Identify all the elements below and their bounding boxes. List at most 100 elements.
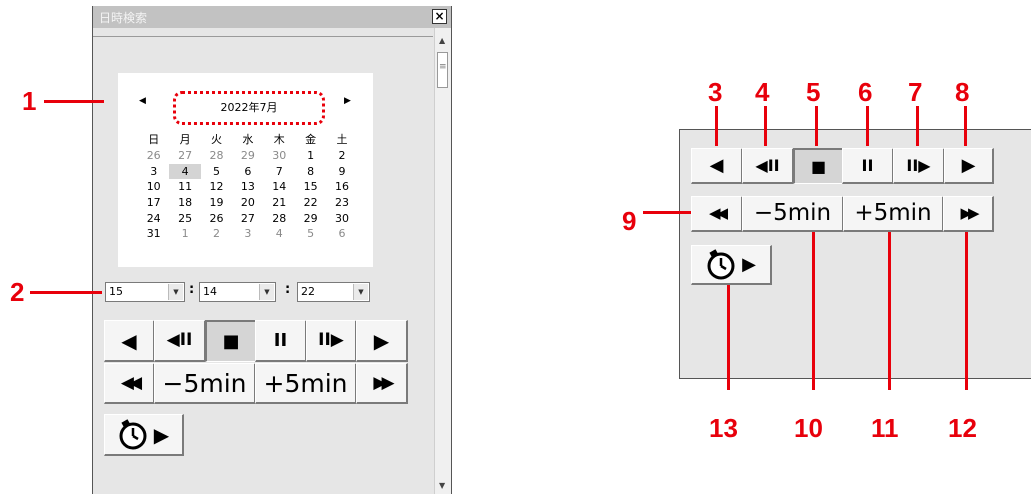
next-month-button[interactable]: ▶ [344,96,351,106]
stop-button[interactable]: ■ [793,148,843,184]
calendar-day[interactable]: 10 [138,179,169,195]
calendar-day[interactable]: 30 [326,211,357,227]
fast-rewind-button[interactable]: ◀◀ [104,363,155,404]
calendar-day[interactable]: 3 [138,164,169,180]
callout-13: 13 [709,413,738,443]
calendar-day[interactable]: 23 [326,195,357,211]
timer-play-icon: ▶ [742,253,756,275]
calendar-day[interactable]: 21 [264,195,295,211]
reverse-play-icon: ◀ [121,328,137,353]
calendar-day[interactable]: 17 [138,195,169,211]
reverse-play-icon: ◀ [709,154,724,176]
calendar-day[interactable]: 9 [326,164,357,180]
callout-2: 2 [10,277,25,307]
stop-icon: ■ [810,156,827,176]
scroll-up-icon[interactable]: ▲ [439,36,445,45]
calendar-day[interactable]: 5 [295,226,326,242]
weekday-label: 火 [210,133,222,146]
fast-forward-button[interactable]: ▶▶ [356,363,408,404]
chevron-down-icon[interactable]: ▼ [168,284,183,300]
minus-5min-button[interactable]: −5min [742,196,844,232]
calendar-day[interactable]: 28 [201,148,232,164]
calendar-day[interactable]: 28 [264,211,295,227]
calendar-day[interactable]: 1 [169,226,200,242]
calendar-day[interactable]: 22 [295,195,326,211]
calendar-day[interactable]: 5 [201,164,232,180]
close-button[interactable]: × [432,9,447,24]
callout-line [812,232,815,390]
calendar-day[interactable]: 30 [264,148,295,164]
calendar-day[interactable]: 11 [169,179,200,195]
play-button[interactable]: ▶ [944,148,994,184]
timer-play-button[interactable]: ▶ [104,414,184,456]
calendar-day[interactable]: 27 [169,148,200,164]
pause-button[interactable]: II [255,320,307,362]
calendar-day[interactable]: 1 [295,148,326,164]
calendar-day-selected[interactable]: 4 [169,163,201,180]
callout-1: 1 [22,86,37,116]
calendar-day[interactable]: 3 [232,226,263,242]
month-label[interactable]: 2022年7月 [173,91,325,125]
calendar-day[interactable]: 4 [264,226,295,242]
calendar-day[interactable]: 26 [201,211,232,227]
calendar-day[interactable]: 29 [232,148,263,164]
pause-button[interactable]: II [842,148,894,184]
timer-play-button[interactable]: ▶ [691,245,772,285]
step-back-button[interactable]: ◀II [742,148,794,184]
calendar-day[interactable]: 20 [232,195,263,211]
calendar-day[interactable]: 2 [201,226,232,242]
weekday-header: 日月火水木金土 [138,133,358,147]
calendar-day[interactable]: 7 [264,164,295,180]
calendar-day[interactable]: 6 [232,164,263,180]
calendar-day[interactable]: 19 [201,195,232,211]
chevron-down-icon[interactable]: ▼ [353,284,368,300]
reverse-play-button[interactable]: ◀ [691,148,743,184]
vertical-scrollbar[interactable]: ▲ ▼ [434,28,451,494]
minute-select[interactable]: 14 ▼ [199,282,276,302]
calendar-day[interactable]: 29 [295,211,326,227]
step-back-button[interactable]: ◀II [154,320,206,362]
hour-select[interactable]: 15 ▼ [105,282,185,302]
calendar-day[interactable]: 27 [232,211,263,227]
calendar-day[interactable]: 6 [326,226,357,242]
play-icon: ▶ [961,154,976,176]
plus-5min-button[interactable]: +5min [255,363,357,404]
calendar-day[interactable]: 2 [326,148,357,164]
title-bar: 日時検索 × [93,6,451,28]
scroll-thumb[interactable] [437,52,448,88]
fast-rewind-button[interactable]: ◀◀ [691,196,743,232]
calendar-day[interactable]: 18 [169,195,200,211]
calendar-day[interactable]: 14 [264,179,295,195]
stop-button[interactable]: ■ [205,320,256,362]
calendar-day[interactable]: 15 [295,179,326,195]
control-closeup-panel: ◀ ◀II ■ II II▶ ▶ ◀◀ −5min +5min ▶▶ ▶ [679,129,1031,379]
callout-line [44,100,104,103]
timer-play-icon: ▶ [153,422,170,447]
callout-7: 7 [908,77,923,107]
step-forward-button[interactable]: II▶ [306,320,357,362]
calendar-day[interactable]: 24 [138,211,169,227]
calendar-day[interactable]: 26 [138,148,169,164]
callout-5: 5 [806,77,821,107]
scroll-down-icon[interactable]: ▼ [439,481,445,490]
callout-12: 12 [948,413,977,443]
callout-8: 8 [955,77,970,107]
play-button[interactable]: ▶ [356,320,408,362]
calendar-day[interactable]: 31 [138,226,169,242]
second-select[interactable]: 22 ▼ [297,282,370,302]
calendar-day[interactable]: 16 [326,179,357,195]
calendar-day[interactable]: 25 [169,211,200,227]
step-forward-button[interactable]: II▶ [893,148,945,184]
reverse-play-button[interactable]: ◀ [104,320,155,362]
calendar-day[interactable]: 8 [295,164,326,180]
chevron-down-icon[interactable]: ▼ [259,284,274,300]
calendar-day[interactable]: 12 [201,179,232,195]
fast-forward-icon: ▶▶ [960,204,979,222]
pause-icon: II [273,329,288,351]
time-separator: : [189,282,195,297]
plus-5min-button[interactable]: +5min [843,196,944,232]
minus-5min-button[interactable]: −5min [154,363,256,404]
previous-month-button[interactable]: ◀ [139,96,146,106]
calendar-day[interactable]: 13 [232,179,263,195]
fast-forward-button[interactable]: ▶▶ [943,196,994,232]
